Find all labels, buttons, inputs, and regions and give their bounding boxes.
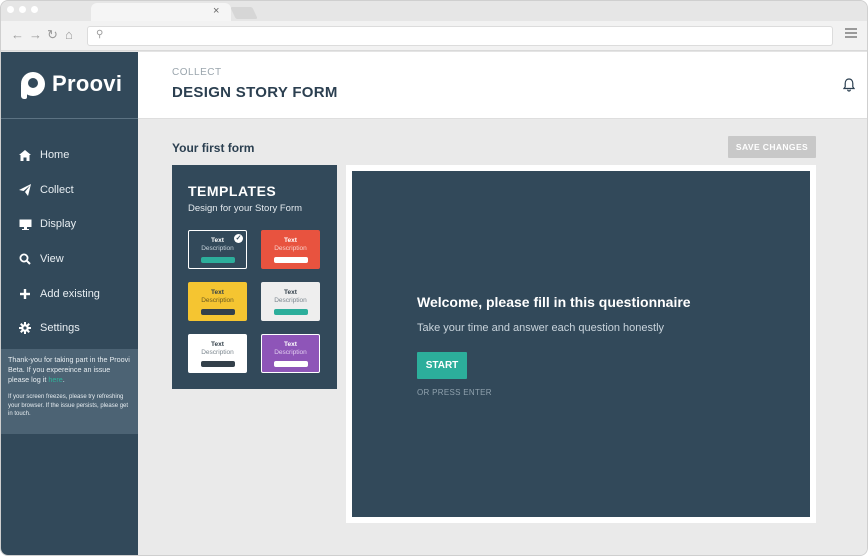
template-card-description: Description [274,245,307,252]
sidebar-item-label: Home [40,149,70,162]
sidebar-item-label: Display [40,218,77,231]
press-enter-hint: OR PRESS ENTER [417,388,492,397]
bell-icon[interactable] [842,78,856,92]
tab-close-icon[interactable]: × [213,5,219,17]
maximize-window-dot[interactable] [31,6,38,13]
template-card[interactable]: Text Description ✓ [188,230,247,269]
sidebar-item-add-existing[interactable]: Add existing [1,276,138,311]
forward-icon[interactable]: → [29,27,42,43]
home-icon [18,148,32,162]
new-tab-button[interactable] [230,7,258,19]
template-card-title: Text [284,341,297,348]
beta-notice-text: Thank-you for taking part in the Proovi … [8,355,131,385]
log-issue-link[interactable]: here [48,375,62,384]
template-card-description: Description [201,297,234,304]
back-icon[interactable]: ← [11,27,24,43]
template-card-description: Description [201,349,234,356]
template-card-title: Text [284,289,297,296]
browser-window: × ← → ↻ ⌂ ⚲ Proovi Home Collect Display … [0,0,868,556]
template-card[interactable]: Text Description [188,282,247,321]
template-card-button-swatch [273,257,308,263]
paper-plane-icon [18,183,32,197]
template-card[interactable]: Text Description [261,282,320,321]
preview-subheading: Take your time and answer each question … [417,322,665,334]
close-window-dot[interactable] [7,6,14,13]
plus-icon [18,287,32,301]
sidebar-item-collect[interactable]: Collect [1,173,138,208]
sidebar-item-home[interactable]: Home [1,138,138,173]
sidebar-item-label: View [40,253,64,266]
save-changes-button[interactable]: SAVE CHANGES [728,136,816,158]
sidebar-item-display[interactable]: Display [1,207,138,242]
sidebar-nav: Home Collect Display View Add existing S… [1,138,138,346]
top-bar: COLLECT DESIGN STORY FORM [138,52,867,119]
form-title: Your first form [172,141,255,155]
template-card-title: Text [211,237,224,244]
template-card-button-swatch [273,361,308,367]
browser-menu-icon[interactable] [845,28,857,38]
minimize-window-dot[interactable] [19,6,26,13]
sidebar: Proovi Home Collect Display View Add exi… [1,52,138,555]
sidebar-item-label: Collect [40,183,74,196]
template-card-title: Text [284,237,297,244]
beta-notice-message: Thank-you for taking part in the Proovi … [8,355,130,384]
form-preview: Welcome, please fill in this questionnai… [352,171,810,517]
main-content: COLLECT DESIGN STORY FORM Your first for… [138,52,867,555]
sidebar-item-label: Add existing [40,287,100,300]
brand[interactable]: Proovi [1,52,138,119]
sidebar-item-settings[interactable]: Settings [1,311,138,346]
template-card-title: Text [211,289,224,296]
address-bar[interactable]: ⚲ [87,26,833,46]
template-card-button-swatch [200,257,235,263]
search-icon [18,252,32,266]
beta-notice-period: . [62,375,65,384]
proovi-logo-icon [21,72,45,96]
start-button[interactable]: START [417,352,467,379]
template-card-button-swatch [273,309,308,315]
reload-icon[interactable]: ↻ [47,27,58,43]
templates-heading: TEMPLATES [188,183,277,199]
template-card-button-swatch [200,361,235,367]
monitor-icon [18,217,32,231]
browser-toolbar: ← → ↻ ⌂ ⚲ [1,21,867,51]
template-card-description: Description [274,349,307,356]
template-card-description: Description [274,297,307,304]
templates-panel: TEMPLATES Design for your Story Form Tex… [172,165,337,389]
brand-name: Proovi [52,71,123,96]
browser-tab[interactable] [91,3,231,21]
form-preview-frame: Welcome, please fill in this questionnai… [346,165,816,523]
gear-icon [18,321,32,335]
selected-check-icon: ✓ [234,234,243,243]
template-grid: Text Description ✓ Text Description Text Descr… [188,230,320,373]
preview-heading: Welcome, please fill in this questionnai… [417,294,691,310]
template-card-description: Description [201,245,234,252]
template-card[interactable]: Text Description [261,230,320,269]
template-card[interactable]: Text Description [261,334,320,373]
address-search-icon: ⚲ [96,29,104,40]
page-title: DESIGN STORY FORM [172,84,338,101]
breadcrumb: COLLECT [172,67,222,78]
sidebar-item-view[interactable]: View [1,242,138,277]
app: Proovi Home Collect Display View Add exi… [1,52,867,555]
tab-strip: × [1,1,867,21]
template-card-title: Text [211,341,224,348]
template-card-button-swatch [200,309,235,315]
window-controls [7,6,38,13]
sidebar-item-label: Settings [40,322,80,335]
templates-subheading: Design for your Story Form [188,203,303,214]
beta-notice: Thank-you for taking part in the Proovi … [1,349,138,434]
beta-notice-help: If your screen freezes, please try refre… [8,394,129,417]
home-browser-icon[interactable]: ⌂ [65,27,73,43]
template-card[interactable]: Text Description [188,334,247,373]
